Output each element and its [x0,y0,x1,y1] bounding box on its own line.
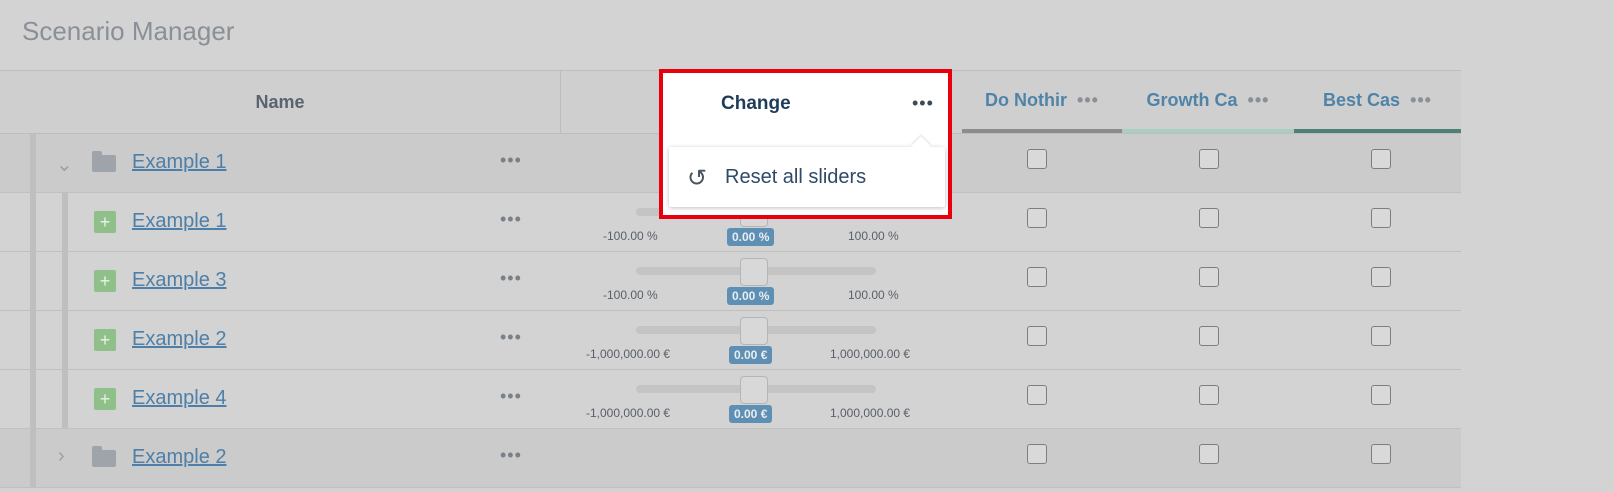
row-options-icon[interactable]: ••• [500,386,522,407]
change-column-header[interactable]: Change [721,93,791,115]
scenario-checkbox[interactable] [1199,385,1219,405]
plus-icon: + [94,388,116,410]
scenario-checkbox[interactable] [1199,444,1219,464]
table-row: + Example 3 ••• -100.00 % 0.00 % 100.00 … [0,252,1461,311]
row-options-icon[interactable]: ••• [500,268,522,289]
slider-min-label: -100.00 % [603,229,658,243]
slider-handle[interactable] [740,317,768,345]
row-options-icon[interactable]: ••• [500,445,522,466]
row-name-link[interactable]: Example 4 [132,387,227,410]
chevron-down-icon[interactable]: ⌄ [56,152,73,177]
scenario-checkbox[interactable] [1371,208,1391,228]
table-row: › Example 2 ••• [0,429,1461,488]
slider-value-badge: 0.00 € [729,405,773,423]
scenario-checkbox[interactable] [1199,326,1219,346]
indent-bar [62,252,68,310]
more-options-icon[interactable]: ••• [1077,90,1099,111]
reset-all-sliders-label: Reset all sliders [725,166,867,188]
indent-bar [30,134,36,192]
row-name-link[interactable]: Example 1 [132,151,227,174]
indent-bar [30,193,36,251]
indent-bar [62,370,68,428]
scenario-checkbox[interactable] [1371,326,1391,346]
scenario-label: Growth Ca [1146,89,1238,110]
plus-icon: + [94,270,116,292]
scenario-header-do-nothing[interactable]: Do Nothir ••• [962,71,1122,133]
scenario-checkbox[interactable] [1027,149,1047,169]
name-column-header[interactable]: Name [0,71,561,133]
scenario-checkbox[interactable] [1027,326,1047,346]
scenario-checkbox[interactable] [1027,208,1047,228]
change-column-popup: Change ••• ↺ Reset all sliders [659,69,952,219]
scenario-checkbox[interactable] [1371,267,1391,287]
folder-icon [92,151,116,172]
indent-bar [30,252,36,310]
row-options-icon[interactable]: ••• [500,327,522,348]
scenario-header-growth-case[interactable]: Growth Ca ••• [1122,71,1294,133]
plus-icon: + [94,211,116,233]
slider-max-label: 100.00 % [848,229,899,243]
slider-handle[interactable] [740,376,768,404]
slider-value-badge: 0.00 € [729,346,773,364]
row-name-link[interactable]: Example 2 [132,328,227,351]
menu-caret [911,136,931,156]
slider-value-badge: 0.00 % [727,228,775,246]
row-name-link[interactable]: Example 2 [132,446,227,469]
more-options-icon[interactable]: ••• [1410,90,1432,111]
slider-max-label: 1,000,000.00 € [830,406,911,420]
column-options-menu: ↺ Reset all sliders [669,136,945,207]
row-name-link[interactable]: Example 1 [132,210,227,233]
scenario-label: Best Cas [1323,89,1401,110]
row-options-icon[interactable]: ••• [500,150,522,171]
chevron-right-icon[interactable]: › [58,445,65,468]
indent-bar [30,429,36,487]
row-options-icon[interactable]: ••• [500,209,522,230]
row-name-link[interactable]: Example 3 [132,269,227,292]
indent-bar [30,311,36,369]
scenario-header-best-case[interactable]: Best Cas ••• [1294,71,1461,133]
scenario-checkbox[interactable] [1199,267,1219,287]
scenario-checkbox[interactable] [1027,444,1047,464]
scenario-checkbox[interactable] [1027,267,1047,287]
scenario-checkbox[interactable] [1199,208,1219,228]
slider-min-label: -100.00 % [603,288,658,302]
indent-bar [30,370,36,428]
slider-value-badge: 0.00 % [727,287,775,305]
more-options-icon[interactable]: ••• [912,93,934,114]
reset-icon: ↺ [687,165,708,192]
table-row: + Example 2 ••• -1,000,000.00 € 0.00 € 1… [0,311,1461,370]
indent-bar [62,193,68,251]
more-options-icon[interactable]: ••• [1248,90,1270,111]
slider-handle[interactable] [740,258,768,286]
slider-min-label: -1,000,000.00 € [586,406,671,420]
plus-icon: + [94,329,116,351]
scenario-label: Do Nothir [985,89,1068,110]
scenario-checkbox[interactable] [1199,149,1219,169]
scenario-checkbox[interactable] [1371,444,1391,464]
slider-min-label: -1,000,000.00 € [586,347,671,361]
slider-max-label: 1,000,000.00 € [830,347,911,361]
scenario-checkbox[interactable] [1371,385,1391,405]
table-row: + Example 4 ••• -1,000,000.00 € 0.00 € 1… [0,370,1461,429]
scenario-checkbox[interactable] [1027,385,1047,405]
slider-max-label: 100.00 % [848,288,899,302]
folder-icon [92,446,116,467]
page-title: Scenario Manager [22,16,235,46]
indent-bar [62,311,68,369]
scenario-checkbox[interactable] [1371,149,1391,169]
